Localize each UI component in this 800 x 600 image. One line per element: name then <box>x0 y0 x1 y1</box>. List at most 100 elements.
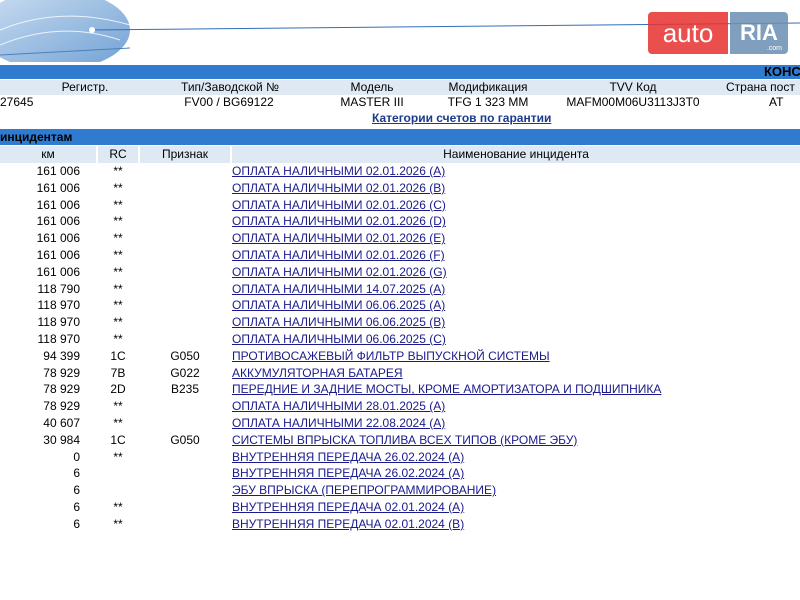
km-cell: 161 006 <box>36 264 80 279</box>
rc-cell: 2D <box>110 382 126 397</box>
col-country: Страна пост <box>726 80 795 94</box>
table-row: 30 984 1C G050 СИСТЕМЫ ВПРЫСКА ТОПЛИВА ВСЕХ… <box>0 432 800 449</box>
incident-link[interactable]: АККУМУЛЯТОРНАЯ БАТАРЕЯ <box>232 365 403 382</box>
table-row: 78 929 2D B235 ПЕРЕДНИЕ И ЗАДНИЕ МОСТЫ, КРО… <box>0 381 800 398</box>
rc-cell: 1C <box>110 348 126 363</box>
km-cell: 161 006 <box>36 247 80 262</box>
val-registration: 27645 <box>0 95 34 109</box>
table-row: 161 006 ** ОПЛАТА НАЛИЧНЫМИ 02.01.2026 (A) <box>0 163 800 180</box>
table-row: 40 607 ** ОПЛАТА НАЛИЧНЫМИ 22.08.2024 (A) <box>0 415 800 432</box>
rc-cell: ** <box>113 399 123 414</box>
incident-link[interactable]: ОПЛАТА НАЛИЧНЫМИ 06.06.2025 (A) <box>232 297 445 314</box>
rc-cell: ** <box>113 415 123 430</box>
rc-cell: ** <box>113 298 123 313</box>
km-cell: 161 006 <box>36 180 80 195</box>
col-incident-name: Наименование инцидента <box>232 146 800 163</box>
rc-cell: ** <box>113 231 123 246</box>
col-model: Модель <box>350 80 394 94</box>
autoria-watermark: auto RIA .com <box>648 12 788 54</box>
rc-cell: ** <box>113 499 123 514</box>
val-country: AT <box>769 95 784 109</box>
km-cell: 161 006 <box>36 231 80 246</box>
sign-cell: B235 <box>170 382 200 397</box>
sign-cell: G050 <box>170 432 200 447</box>
table-row: 6 ** ВНУТРЕННЯЯ ПЕРЕДАЧА 02.01.2024 (B) <box>0 516 800 533</box>
col-modification: Модификация <box>448 80 528 94</box>
table-row: 78 929 7B G022 АККУМУЛЯТОРНАЯ БАТАРЕЯ <box>0 365 800 382</box>
rc-cell: ** <box>113 315 123 330</box>
incident-link[interactable]: ОПЛАТА НАЛИЧНЫМИ 06.06.2025 (B) <box>232 314 445 331</box>
val-tvv-code: MAFM00M06U3113J3T0 <box>566 95 700 109</box>
incident-link[interactable]: ОПЛАТА НАЛИЧНЫМИ 02.01.2026 (B) <box>232 180 445 197</box>
km-cell: 78 929 <box>43 382 80 397</box>
incidents-title-bar: инцидентам <box>0 129 800 145</box>
incident-link[interactable]: ОПЛАТА НАЛИЧНЫМИ 02.01.2026 (F) <box>232 247 445 264</box>
table-row: 6 ЭБУ ВПРЫСКА (ПЕРЕПРОГРАММИРОВАНИЕ) <box>0 482 800 499</box>
incident-link[interactable]: ОПЛАТА НАЛИЧНЫМИ 22.08.2024 (A) <box>232 415 445 432</box>
incidents-title: инцидентам <box>0 130 73 144</box>
table-row: 161 006 ** ОПЛАТА НАЛИЧНЫМИ 02.01.2026 (E) <box>0 230 800 247</box>
table-row: 94 399 1C G050 ПРОТИВОСАЖЕВЫЙ ФИЛЬТР ВЫПУСК… <box>0 348 800 365</box>
km-cell: 0 <box>73 449 80 464</box>
incident-link[interactable]: ВНУТРЕННЯЯ ПЕРЕДАЧА 26.02.2024 (A) <box>232 465 464 482</box>
km-cell: 161 006 <box>36 164 80 178</box>
km-cell: 6 <box>73 516 80 531</box>
col-tvv-code: TVV Код <box>609 80 657 94</box>
incident-link[interactable]: ВНУТРЕННЯЯ ПЕРЕДАЧА 26.02.2024 (A) <box>232 449 464 466</box>
incidents-table-body: 161 006 ** ОПЛАТА НАЛИЧНЫМИ 02.01.2026 (A)… <box>0 163 800 533</box>
top-banner: auto RIA .com <box>0 0 800 62</box>
table-row: 161 006 ** ОПЛАТА НАЛИЧНЫМИ 02.01.2026 (D) <box>0 213 800 230</box>
incident-link[interactable]: ОПЛАТА НАЛИЧНЫМИ 02.01.2026 (A) <box>232 163 445 180</box>
warranty-categories-link[interactable]: Категории счетов по гарантии <box>372 111 551 126</box>
table-row: 78 929 ** ОПЛАТА НАЛИЧНЫМИ 28.01.2025 (A) <box>0 398 800 415</box>
rc-cell: ** <box>113 214 123 229</box>
rc-cell: ** <box>113 264 123 279</box>
km-cell: 6 <box>73 466 80 481</box>
incident-link[interactable]: ОПЛАТА НАЛИЧНЫМИ 02.01.2026 (D) <box>232 213 446 230</box>
vehicle-column-headers: Регистр. Тип/Заводской № Модель Модифика… <box>0 80 800 95</box>
table-row: 6 ВНУТРЕННЯЯ ПЕРЕДАЧА 26.02.2024 (A) <box>0 465 800 482</box>
incident-link[interactable]: ПЕРЕДНИЕ И ЗАДНИЕ МОСТЫ, КРОМЕ АМОРТИЗАТ… <box>232 381 661 398</box>
table-row: 118 790 ** ОПЛАТА НАЛИЧНЫМИ 14.07.2025 (A) <box>0 281 800 298</box>
incident-link[interactable]: ЭБУ ВПРЫСКА (ПЕРЕПРОГРАММИРОВАНИЕ) <box>232 482 496 499</box>
table-row: 161 006 ** ОПЛАТА НАЛИЧНЫМИ 02.01.2026 (G) <box>0 264 800 281</box>
table-row: 161 006 ** ОПЛАТА НАЛИЧНЫМИ 02.01.2026 (C) <box>0 197 800 214</box>
rc-cell: ** <box>113 281 123 296</box>
val-model: MASTER III <box>340 95 404 109</box>
table-row: 161 006 ** ОПЛАТА НАЛИЧНЫМИ 02.01.2026 (F) <box>0 247 800 264</box>
vehicle-values-row: 27645 FV00 / BG69122 MASTER III TFG 1 32… <box>0 95 800 110</box>
header-right-label: КОНС <box>764 64 800 79</box>
incident-link[interactable]: ОПЛАТА НАЛИЧНЫМИ 02.01.2026 (C) <box>232 197 446 214</box>
rc-cell: ** <box>113 197 123 212</box>
incident-link[interactable]: ОПЛАТА НАЛИЧНЫМИ 02.01.2026 (E) <box>232 230 445 247</box>
table-row: 118 970 ** ОПЛАТА НАЛИЧНЫМИ 06.06.2025 (A) <box>0 297 800 314</box>
col-sign: Признак <box>140 146 230 163</box>
incident-link[interactable]: ПРОТИВОСАЖЕВЫЙ ФИЛЬТР ВЫПУСКНОЙ СИСТЕМЫ <box>232 348 550 365</box>
rc-cell: ** <box>113 516 123 531</box>
table-row: 6 ** ВНУТРЕННЯЯ ПЕРЕДАЧА 02.01.2024 (A) <box>0 499 800 516</box>
incident-link[interactable]: ОПЛАТА НАЛИЧНЫМИ 02.01.2026 (G) <box>232 264 447 281</box>
rc-cell: ** <box>113 449 123 464</box>
km-cell: 40 607 <box>43 415 80 430</box>
rc-cell: 7B <box>110 365 126 380</box>
km-cell: 118 970 <box>37 298 81 313</box>
incident-link[interactable]: ВНУТРЕННЯЯ ПЕРЕДАЧА 02.01.2024 (B) <box>232 516 464 533</box>
incident-link[interactable]: ОПЛАТА НАЛИЧНЫМИ 06.06.2025 (C) <box>232 331 446 348</box>
table-row: 161 006 ** ОПЛАТА НАЛИЧНЫМИ 02.01.2026 (B) <box>0 180 800 197</box>
incident-link[interactable]: СИСТЕМЫ ВПРЫСКА ТОПЛИВА ВСЕХ ТИПОВ (КРОМ… <box>232 432 577 449</box>
sign-cell: G022 <box>170 365 200 380</box>
km-cell: 161 006 <box>36 214 80 229</box>
incident-link[interactable]: ОПЛАТА НАЛИЧНЫМИ 14.07.2025 (A) <box>232 281 445 298</box>
watermark-com-text: .com <box>766 45 782 52</box>
incident-link[interactable]: ВНУТРЕННЯЯ ПЕРЕДАЧА 02.01.2024 (A) <box>232 499 464 516</box>
km-cell: 161 006 <box>36 197 80 212</box>
table-row: 118 970 ** ОПЛАТА НАЛИЧНЫМИ 06.06.2025 (B) <box>0 314 800 331</box>
vehicle-header-bar: КОНС <box>0 65 800 79</box>
rc-cell: ** <box>113 331 123 346</box>
km-cell: 118 970 <box>37 331 81 346</box>
km-cell: 30 984 <box>43 432 80 447</box>
rc-cell: ** <box>113 180 123 195</box>
sign-cell: G050 <box>170 348 200 363</box>
rc-cell: 1C <box>110 432 126 447</box>
incident-link[interactable]: ОПЛАТА НАЛИЧНЫМИ 28.01.2025 (A) <box>232 398 445 415</box>
